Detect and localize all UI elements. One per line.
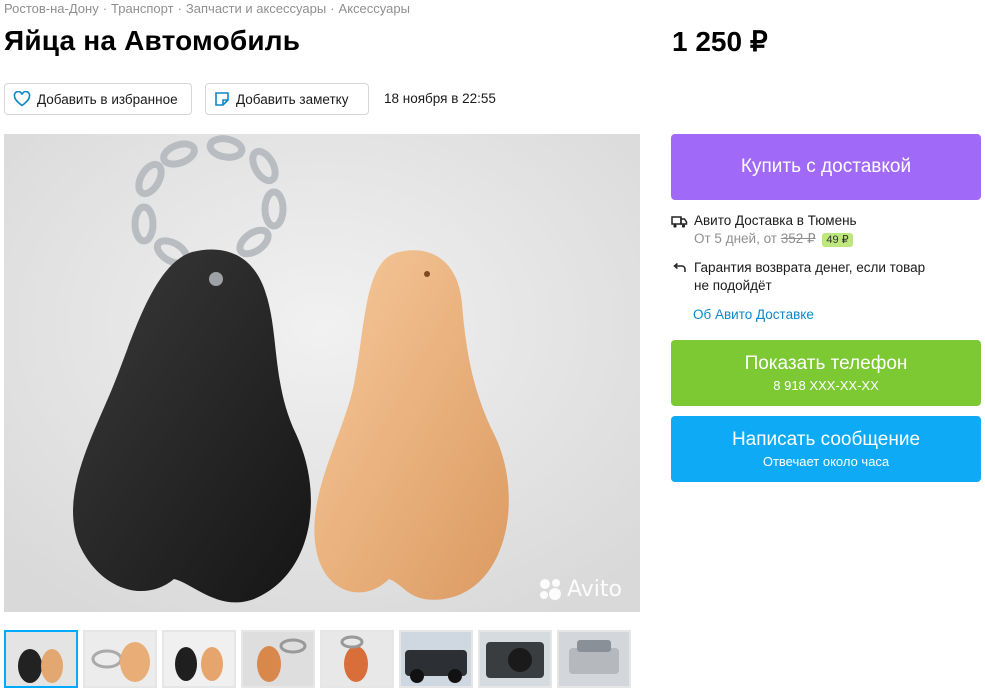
show-phone-button[interactable]: Показать телефон 8 918 XXX-XX-XX bbox=[671, 340, 981, 406]
delivery-info: Авито Доставка в Тюмень От 5 дней, от 35… bbox=[671, 213, 857, 247]
truck-icon bbox=[671, 216, 688, 228]
publish-date: 18 ноября в 22:55 bbox=[384, 91, 496, 106]
thumbnail[interactable] bbox=[320, 630, 394, 688]
guarantee-info: Гарантия возврата денег, если товар не п… bbox=[671, 260, 925, 293]
item-price: 1 250 ₽ bbox=[672, 26, 768, 57]
page-title: Яйца на Автомобиль bbox=[4, 25, 301, 56]
about-delivery-link[interactable]: Об Авито Доставке bbox=[693, 307, 814, 322]
thumbnail[interactable] bbox=[162, 630, 236, 688]
add-note-label: Добавить заметку bbox=[236, 91, 349, 107]
add-to-favorites-button[interactable]: Добавить в избранное bbox=[4, 83, 192, 115]
masked-phone-number: 8 918 XXX-XX-XX bbox=[773, 378, 879, 393]
thumbnail[interactable] bbox=[83, 630, 157, 688]
return-arrow-icon bbox=[673, 262, 686, 272]
breadcrumb-city[interactable]: Ростов-на-Дону bbox=[4, 1, 99, 16]
thumbnail[interactable] bbox=[4, 630, 78, 688]
guarantee-line-2: не подойдёт bbox=[694, 278, 772, 293]
delivery-price-badge: 49 ₽ bbox=[822, 233, 853, 247]
thumbnail-strip bbox=[4, 630, 631, 688]
avito-watermark: Avito bbox=[537, 576, 622, 602]
guarantee-line-1: Гарантия возврата денег, если товар bbox=[694, 260, 926, 275]
avito-logo-icon bbox=[540, 579, 562, 600]
breadcrumb-separator: · bbox=[177, 1, 182, 16]
watermark-text: Avito bbox=[567, 576, 622, 602]
breadcrumb-separator: · bbox=[330, 1, 335, 16]
note-icon bbox=[215, 92, 229, 106]
add-note-button[interactable]: Добавить заметку bbox=[205, 83, 369, 115]
heart-icon bbox=[13, 91, 31, 107]
breadcrumb-transport[interactable]: Транспорт bbox=[111, 1, 174, 16]
buy-with-delivery-label: Купить с доставкой bbox=[740, 156, 912, 177]
thumbnail[interactable] bbox=[478, 630, 552, 688]
response-time: Отвечает около часа bbox=[762, 454, 890, 469]
add-to-favorites-label: Добавить в избранное bbox=[37, 91, 178, 107]
thumbnail[interactable] bbox=[557, 630, 631, 688]
product-photo bbox=[4, 134, 640, 612]
thumbnail[interactable] bbox=[399, 630, 473, 688]
buy-with-delivery-button[interactable]: Купить с доставкой bbox=[671, 134, 981, 200]
breadcrumb-separator: · bbox=[102, 1, 108, 16]
breadcrumb-parts[interactable]: Запчасти и аксессуары bbox=[186, 1, 326, 16]
delivery-terms-prefix: От 5 дней, от bbox=[694, 231, 777, 246]
breadcrumb: Ростов-на-Дону · Транспорт · Запчасти и аксе… bbox=[4, 1, 410, 16]
write-message-label: Написать сообщение bbox=[731, 429, 921, 450]
main-photo[interactable]: Avito bbox=[4, 134, 640, 612]
thumbnail[interactable] bbox=[241, 630, 315, 688]
delivery-terms: От 5 дней, от 352 ₽ 49 ₽ bbox=[694, 231, 857, 247]
delivery-old-price: 352 ₽ bbox=[780, 231, 816, 246]
breadcrumb-accessories[interactable]: Аксессуары bbox=[339, 1, 410, 16]
show-phone-label: Показать телефон bbox=[744, 353, 908, 374]
delivery-title: Авито Доставка в Тюмень bbox=[694, 213, 857, 228]
write-message-button[interactable]: Написать сообщение Отвечает около часа bbox=[671, 416, 981, 482]
